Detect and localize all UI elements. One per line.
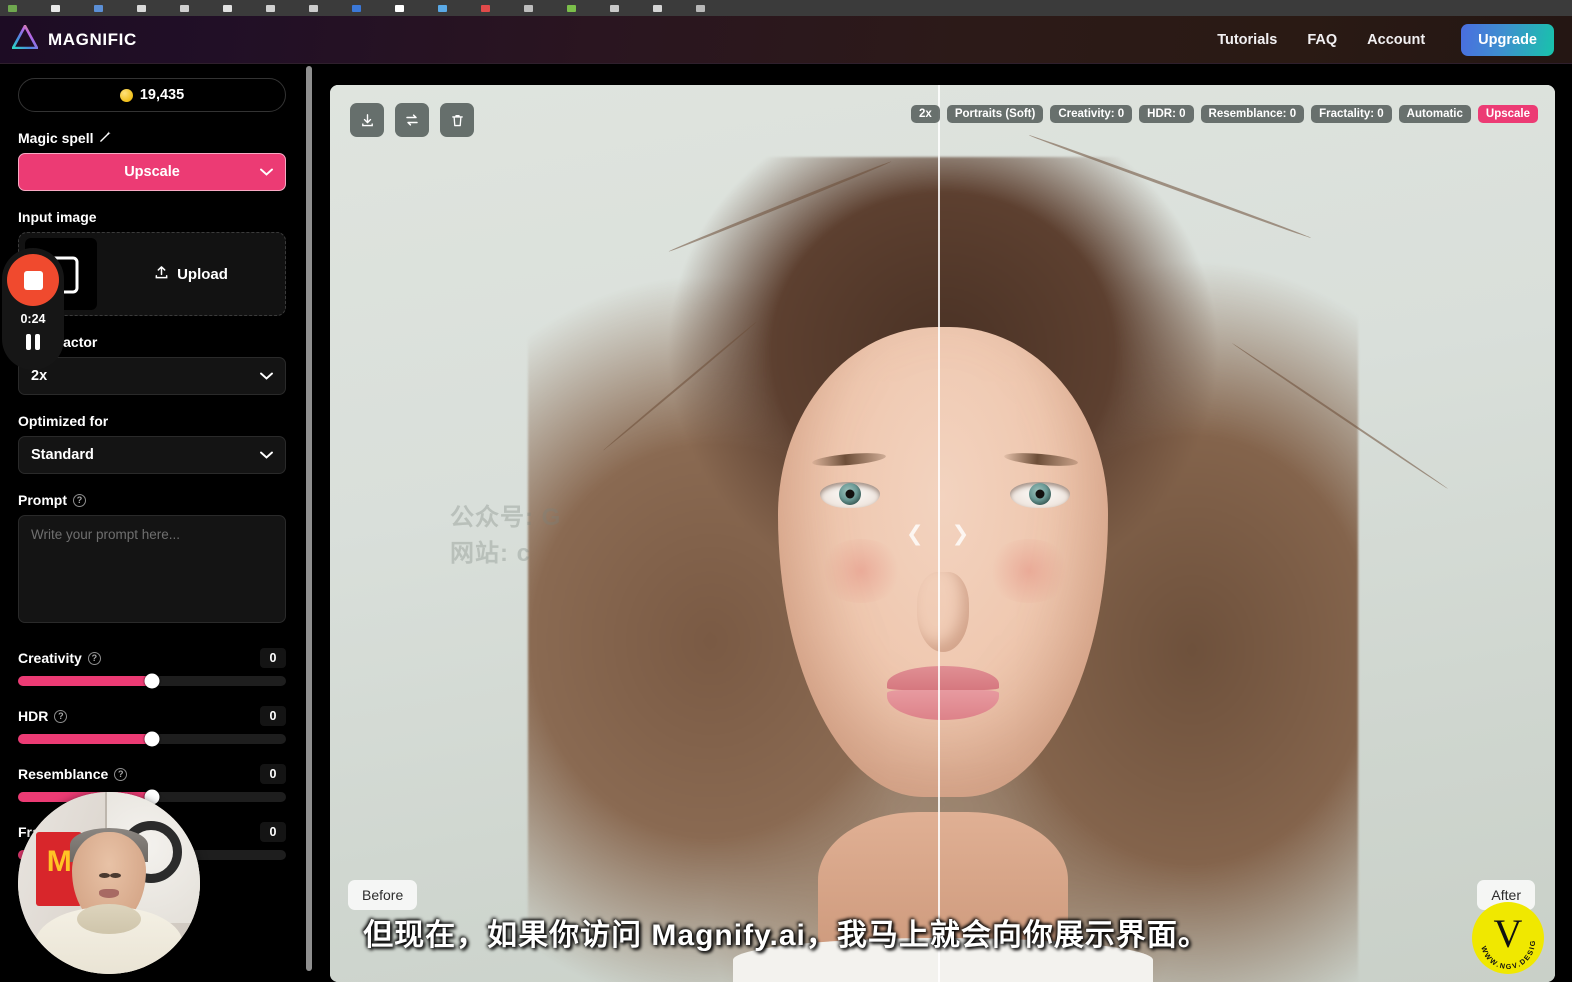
credits-pill[interactable]: 19,435 bbox=[18, 78, 286, 112]
os-menu-icon-0[interactable] bbox=[8, 4, 17, 12]
settings-badge-0[interactable]: 2x bbox=[911, 105, 940, 123]
os-menu-icon-10[interactable] bbox=[438, 4, 447, 12]
stop-icon bbox=[23, 270, 43, 290]
sidebar-scrollbar-track[interactable] bbox=[304, 64, 313, 982]
sidebar-scrollbar-thumb[interactable] bbox=[305, 66, 312, 971]
settings-badges: 2x Portraits (Soft) Creativity: 0 HDR: 0 Res… bbox=[911, 105, 1538, 123]
slider-label-creativity: Creativity bbox=[18, 650, 82, 666]
slider-value-creativity: 0 bbox=[260, 648, 286, 668]
chevron-right-icon[interactable]: ❯ bbox=[952, 523, 970, 544]
recording-timer: 0:24 bbox=[20, 312, 46, 326]
os-menu-icon-8[interactable] bbox=[352, 4, 361, 12]
settings-badge-1[interactable]: Portraits (Soft) bbox=[946, 105, 1044, 123]
help-icon[interactable]: ? bbox=[73, 493, 86, 507]
wand-icon bbox=[99, 130, 112, 146]
chevron-down-icon bbox=[260, 164, 273, 180]
slider-header-resemblance: Resemblance ? 0 bbox=[18, 764, 286, 784]
before-label[interactable]: Before bbox=[348, 880, 418, 910]
app-header: MAGNIFIC Tutorials FAQ Account Upgrade bbox=[0, 16, 1572, 64]
canvas-panel: 公众号: G 网站: c 2x Portraits (Soft) Creativ… bbox=[313, 64, 1572, 982]
app-root: MAGNIFIC Tutorials FAQ Account Upgrade 1… bbox=[0, 0, 1572, 982]
optimized-for-label: Optimized for bbox=[18, 413, 109, 429]
pause-icon bbox=[26, 334, 31, 350]
slider-creativity[interactable] bbox=[18, 673, 286, 689]
magic-spell-value: Upscale bbox=[124, 164, 180, 180]
slider-value-hdr: 0 bbox=[260, 706, 286, 726]
os-menu-icon-16[interactable] bbox=[696, 4, 705, 12]
os-menu-icon-9[interactable] bbox=[395, 4, 404, 12]
upgrade-button[interactable]: Upgrade bbox=[1461, 23, 1554, 56]
coin-icon bbox=[119, 88, 133, 102]
slider-value-fractality: 0 bbox=[260, 822, 286, 842]
os-menu-icon-4[interactable] bbox=[180, 4, 189, 12]
os-menu-icon-7[interactable] bbox=[309, 4, 318, 12]
image-comparison-canvas[interactable]: 公众号: G 网站: c 2x Portraits (Soft) Creativ… bbox=[330, 85, 1555, 982]
ngv-letter: V bbox=[1493, 911, 1523, 956]
chevron-left-icon[interactable]: ❮ bbox=[906, 523, 924, 544]
settings-badge-5[interactable]: Fractality: 0 bbox=[1311, 105, 1392, 123]
os-menu-icon-5[interactable] bbox=[223, 4, 232, 12]
os-menu-icon-3[interactable] bbox=[137, 4, 146, 12]
settings-badge-3[interactable]: HDR: 0 bbox=[1139, 105, 1194, 123]
magic-spell-select[interactable]: Upscale bbox=[18, 153, 286, 191]
compare-toggle-button[interactable] bbox=[395, 103, 429, 137]
help-icon[interactable]: ? bbox=[114, 767, 128, 781]
nav-link-faq[interactable]: FAQ bbox=[1307, 32, 1337, 48]
os-menu-icon-14[interactable] bbox=[610, 4, 619, 12]
nav-link-tutorials[interactable]: Tutorials bbox=[1217, 32, 1277, 48]
slider-hdr[interactable] bbox=[18, 731, 286, 747]
ngv-watermark: WWW.NGV.DESIGN V bbox=[1472, 902, 1544, 974]
slider-label-resemblance: Resemblance bbox=[18, 766, 109, 782]
scale-factor-select[interactable]: 2x bbox=[18, 357, 286, 395]
upload-label: Upload bbox=[177, 265, 228, 283]
os-menu-icon-6[interactable] bbox=[266, 4, 275, 12]
prompt-input[interactable] bbox=[18, 515, 286, 623]
help-icon[interactable]: ? bbox=[87, 651, 101, 665]
webcam-bubble[interactable] bbox=[18, 792, 200, 974]
stop-recording-button[interactable] bbox=[7, 254, 59, 306]
slider-header-creativity: Creativity ? 0 bbox=[18, 648, 286, 668]
settings-badge-6[interactable]: Automatic bbox=[1398, 105, 1471, 123]
help-icon[interactable]: ? bbox=[54, 709, 68, 723]
comparison-slider-handle[interactable]: ❮ ❯ bbox=[906, 523, 969, 544]
optimized-for-value: Standard bbox=[31, 447, 94, 463]
brand: MAGNIFIC bbox=[10, 23, 137, 54]
prompt-label: Prompt ? bbox=[18, 492, 286, 508]
optimized-for-select[interactable]: Standard bbox=[18, 436, 286, 474]
chevron-down-icon bbox=[260, 368, 273, 384]
os-menu-icon-12[interactable] bbox=[524, 4, 533, 12]
chevron-down-icon bbox=[260, 447, 273, 463]
screen-recorder-widget: 0:24 bbox=[2, 248, 64, 370]
input-image-label: Input image bbox=[18, 209, 97, 225]
upload-button[interactable]: Upload bbox=[97, 265, 285, 284]
magnific-triangle-logo bbox=[10, 23, 40, 54]
credits-value: 19,435 bbox=[139, 87, 185, 103]
canvas-toolbar bbox=[350, 103, 474, 137]
magic-spell-label: Magic spell bbox=[18, 130, 286, 146]
settings-badge-4[interactable]: Resemblance: 0 bbox=[1200, 105, 1305, 123]
os-menu-icon-13[interactable] bbox=[567, 4, 576, 12]
nav-link-account[interactable]: Account bbox=[1367, 32, 1425, 48]
settings-badge-2[interactable]: Creativity: 0 bbox=[1050, 105, 1133, 123]
os-menu-icon-11[interactable] bbox=[481, 4, 490, 12]
settings-badge-7[interactable]: Upscale bbox=[1477, 105, 1538, 123]
header-nav: Tutorials FAQ Account Upgrade bbox=[1217, 23, 1554, 56]
slider-value-resemblance: 0 bbox=[260, 764, 286, 784]
brand-name: MAGNIFIC bbox=[48, 29, 137, 49]
delete-button[interactable] bbox=[440, 103, 474, 137]
os-menu-icon-1[interactable] bbox=[51, 4, 60, 12]
slider-header-hdr: HDR ? 0 bbox=[18, 706, 286, 726]
os-menu-icon-15[interactable] bbox=[653, 4, 662, 12]
upload-icon bbox=[154, 265, 169, 284]
slider-label-hdr: HDR bbox=[18, 708, 49, 724]
download-button[interactable] bbox=[350, 103, 384, 137]
face bbox=[777, 327, 1108, 798]
os-menu-bar bbox=[0, 0, 1572, 16]
os-menu-icon-2[interactable] bbox=[94, 4, 103, 12]
pause-recording-button[interactable] bbox=[26, 334, 40, 350]
scale-factor-value: 2x bbox=[31, 368, 48, 384]
